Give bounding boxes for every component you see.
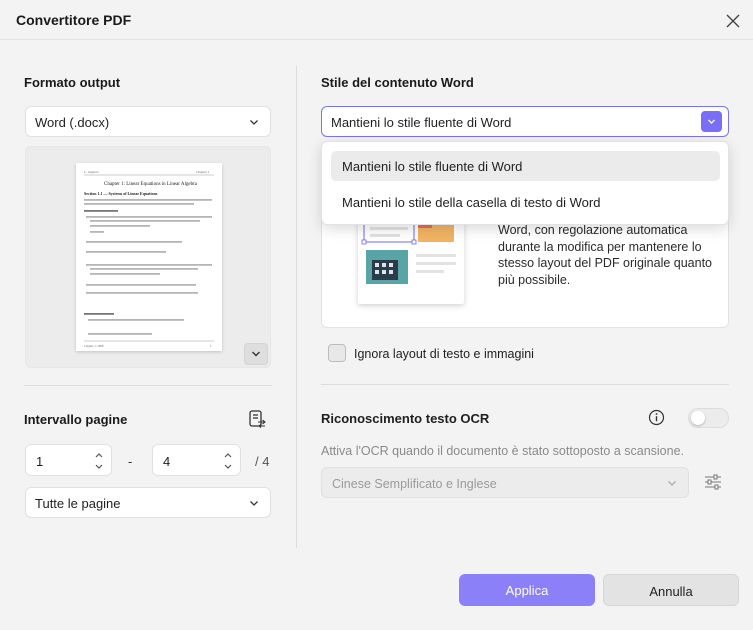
sliders-icon	[703, 472, 723, 492]
expand-preview-button[interactable]	[244, 343, 268, 365]
toggle-knob	[691, 411, 705, 425]
title-bar: Convertitore PDF	[0, 0, 753, 40]
ocr-language-select: Cinese Semplificato e Inglese	[321, 467, 689, 498]
left-divider	[24, 385, 272, 386]
ocr-language-value: Cinese Semplificato e Inglese	[332, 477, 497, 491]
page-range-label: Intervallo pagine	[24, 412, 128, 427]
stepper-arrows-icon[interactable]	[222, 448, 234, 474]
word-style-select[interactable]: Mantieni lo stile fluente di Word	[321, 106, 729, 137]
window-title: Convertitore PDF	[16, 12, 132, 28]
ocr-title: Riconoscimento testo OCR	[321, 411, 490, 426]
range-to-input[interactable]: 4	[152, 444, 241, 476]
chevron-down-icon	[666, 477, 678, 489]
page-range-options-icon[interactable]	[246, 408, 268, 430]
menu-item-textbox-style[interactable]: Mantieni lo stile della casella di testo…	[331, 187, 720, 217]
word-style-label: Stile del contenuto Word	[321, 75, 474, 90]
output-format-label: Formato output	[24, 75, 121, 90]
ocr-toggle[interactable]	[688, 408, 729, 428]
preview-running-head-left: L. Algebra	[84, 170, 99, 174]
right-divider	[321, 384, 729, 385]
preview-page-thumbnail: L. Algebra Chapter 1 Chapter 1: Linear E…	[76, 163, 222, 351]
range-from-value: 1	[36, 454, 44, 469]
pages-select[interactable]: Tutte le pagine	[25, 487, 271, 518]
document-preview: L. Algebra Chapter 1 Chapter 1: Linear E…	[25, 146, 271, 368]
stepper-arrows-icon[interactable]	[93, 448, 105, 474]
preview-footer-right: 1	[210, 344, 212, 348]
pages-select-value: Tutte le pagine	[35, 496, 121, 511]
menu-item-flow-style[interactable]: Mantieni lo stile fluente di Word	[331, 151, 720, 181]
range-separator: -	[128, 454, 133, 469]
output-format-select[interactable]: Word (.docx)	[25, 106, 271, 137]
preview-footer-left: Chapter 1: 2008	[84, 344, 104, 348]
range-total: / 4	[255, 454, 270, 469]
chevron-down-icon	[252, 351, 260, 357]
ocr-description: Attiva l'OCR quando il documento è stato…	[321, 444, 685, 458]
apply-button[interactable]: Applica	[459, 574, 595, 606]
output-format-value: Word (.docx)	[35, 115, 110, 130]
chevron-down-icon	[248, 497, 260, 509]
column-divider	[296, 66, 297, 548]
preview-running-head-right: Chapter 1	[196, 170, 210, 174]
range-to-value: 4	[163, 454, 171, 469]
word-style-value: Mantieni lo stile fluente di Word	[331, 115, 512, 130]
style-description: Word, con regolazione automatica durante…	[498, 223, 713, 287]
word-style-dropdown-menu: Mantieni lo stile fluente di Word Mantie…	[321, 141, 729, 225]
ignore-layout-checkbox[interactable]	[328, 344, 346, 362]
info-icon[interactable]	[648, 409, 665, 426]
chevron-down-icon	[248, 116, 260, 128]
chevron-down-icon[interactable]	[701, 111, 722, 132]
cancel-button[interactable]: Annulla	[603, 574, 739, 606]
preview-chapter-title: Chapter 1: Linear Equations in Linear Al…	[104, 182, 198, 187]
range-from-input[interactable]: 1	[25, 444, 112, 476]
ignore-layout-label: Ignora layout di testo e immagini	[354, 347, 534, 361]
preview-section-title: Section 1.1 — Systems of Linear Equation…	[84, 191, 158, 196]
close-icon[interactable]	[722, 10, 744, 32]
